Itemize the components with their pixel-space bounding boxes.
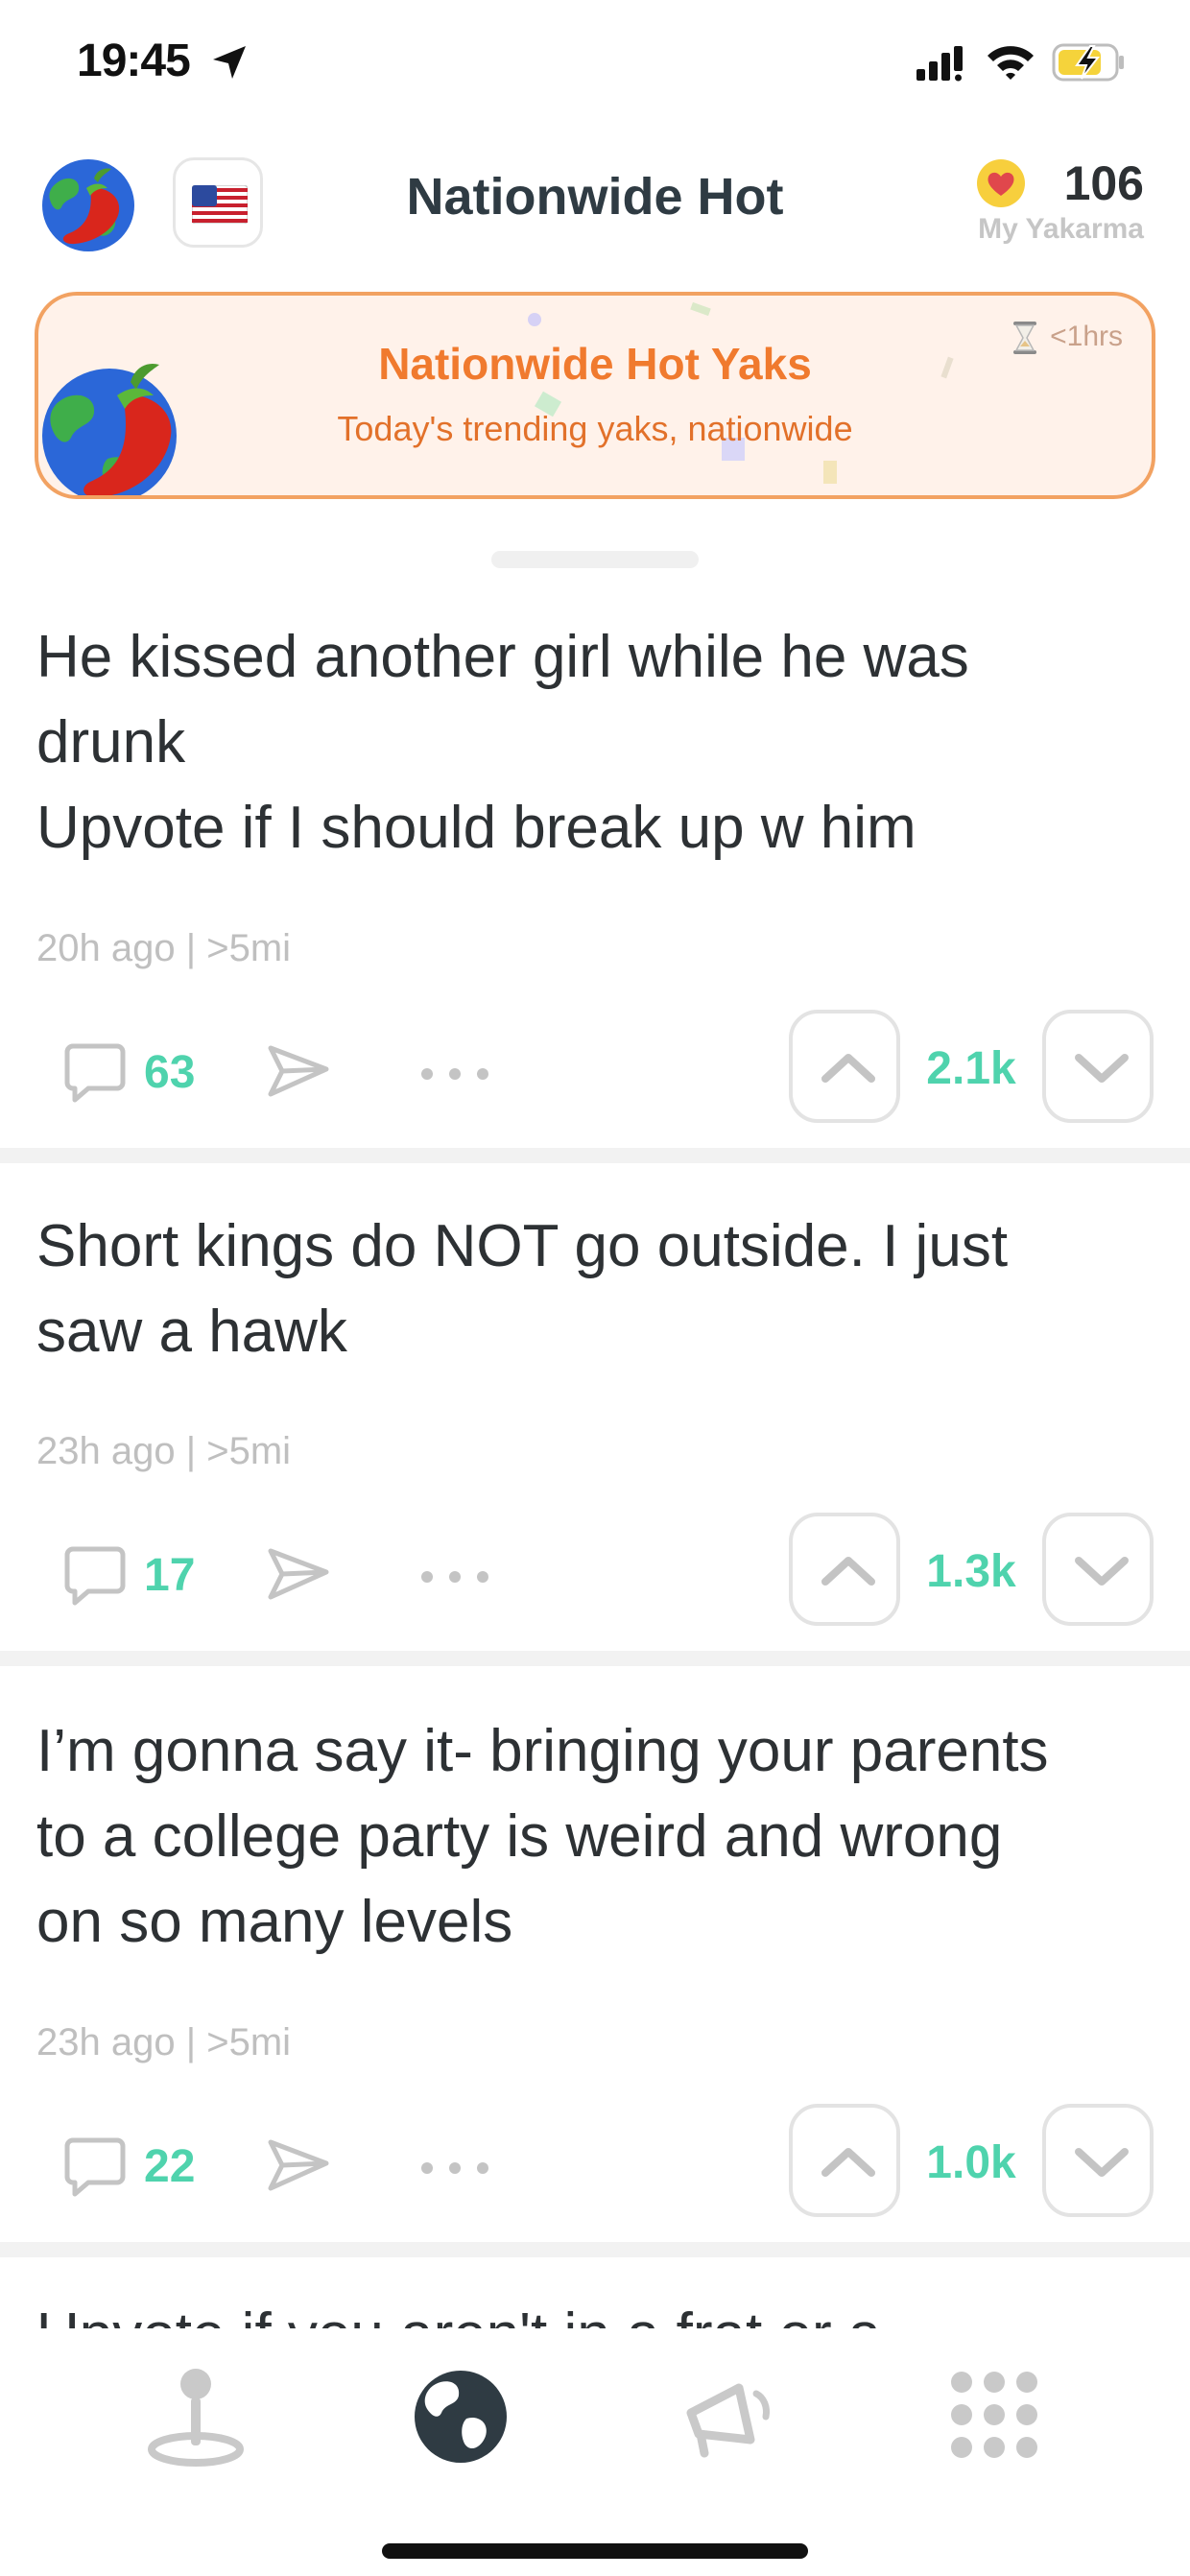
downvote-button[interactable] — [1042, 1513, 1154, 1626]
home-indicator[interactable] — [382, 2543, 808, 2559]
confetti-decoration — [690, 301, 711, 317]
yakarma-heart-icon — [977, 159, 1025, 207]
post-text-line: saw a hawk — [36, 1299, 347, 1365]
header: Nationwide Hot 106 My Yakarma — [0, 134, 1190, 278]
post-text-line: to a college party is weird and wrong — [36, 1803, 1003, 1870]
post-card[interactable]: He kissed another girl while he was drun… — [0, 614, 1190, 1148]
post-card[interactable]: I’m gonna say it- bringing your parents … — [0, 1708, 1190, 2242]
comment-icon[interactable] — [63, 1545, 127, 1609]
share-icon[interactable] — [267, 2136, 330, 2194]
nationwide-hot-banner[interactable]: Nationwide Hot Yaks Today's trending yak… — [35, 292, 1155, 499]
wifi-icon — [988, 46, 1034, 80]
location-arrow-icon — [213, 46, 246, 79]
post-text: He kissed another girl while he was drun… — [36, 614, 1150, 871]
status-time: 19:45 — [77, 36, 191, 86]
chevron-down-icon — [1075, 1054, 1129, 1083]
vote-count: 2.1k — [926, 1043, 1016, 1094]
post-text: Short kings do NOT go outside. I just sa… — [36, 1204, 1150, 1374]
comment-icon[interactable] — [63, 1042, 127, 1106]
bottom-tab-bar — [0, 2330, 1190, 2576]
comment-count: 63 — [144, 1047, 196, 1098]
post-text-line: Short kings do NOT go outside. I just — [36, 1213, 1009, 1279]
post-meta: 23h ago | >5mi — [36, 1430, 292, 1472]
upvote-button[interactable] — [789, 1513, 900, 1626]
upvote-button[interactable] — [789, 1010, 900, 1123]
grid-dots-icon[interactable] — [937, 2359, 1052, 2474]
more-options-icon[interactable] — [418, 1568, 491, 1586]
post-text-line: on so many levels — [36, 1889, 513, 1955]
downvote-button[interactable] — [1042, 1010, 1154, 1123]
comment-count: 22 — [144, 2141, 196, 2192]
comment-count: 17 — [144, 1550, 196, 1601]
banner-timer: <1hrs — [1012, 321, 1123, 355]
post-meta: 20h ago | >5mi — [36, 927, 292, 969]
vote-count: 1.0k — [926, 2137, 1016, 2188]
post-text-line: I’m gonna say it- bringing your parents — [36, 1718, 1049, 1784]
upvote-button[interactable] — [789, 2104, 900, 2217]
post-meta: 23h ago | >5mi — [36, 2021, 292, 2063]
more-options-icon[interactable] — [418, 1065, 491, 1083]
banner-title: Nationwide Hot Yaks — [378, 339, 812, 389]
post-text-line: drunk — [36, 709, 186, 775]
confetti-decoration — [823, 461, 837, 484]
yakarma-score-button[interactable]: 106 My Yakarma — [952, 155, 1144, 246]
post-text-line: He kissed another girl while he was — [36, 624, 969, 690]
post-card-partial[interactable]: Upvote if you aren't in a frat or a — [36, 2296, 1150, 2328]
banner-subtitle: Today's trending yaks, nationwide — [337, 409, 853, 448]
more-options-icon[interactable] — [418, 2159, 491, 2177]
post-text: I’m gonna say it- bringing your parents … — [36, 1708, 1150, 1965]
vote-count: 1.3k — [926, 1546, 1016, 1597]
post-actions: 63 2.1k — [0, 1010, 1190, 1125]
battery-charging-icon — [1052, 43, 1124, 82]
share-icon[interactable] — [267, 1042, 330, 1100]
status-bar: 19:45 — [0, 0, 1190, 134]
globe-icon[interactable] — [403, 2359, 518, 2474]
signal-icon — [916, 46, 963, 82]
post-divider — [0, 1148, 1190, 1163]
chevron-down-icon — [1075, 1557, 1129, 1586]
post-card[interactable]: Short kings do NOT go outside. I just sa… — [0, 1204, 1190, 1651]
comment-icon[interactable] — [63, 2136, 127, 2200]
confetti-decoration — [528, 313, 541, 326]
post-divider — [0, 1651, 1190, 1666]
yakarma-label: My Yakarma — [978, 213, 1144, 245]
post-text-line: Upvote if you aren't in a frat or a — [36, 2296, 1150, 2328]
post-text-line: Upvote if I should break up w him — [36, 795, 916, 861]
post-actions: 22 1.0k — [0, 2104, 1190, 2219]
chevron-up-icon — [821, 2148, 875, 2177]
post-divider — [0, 2242, 1190, 2257]
megaphone-icon[interactable] — [672, 2359, 787, 2474]
downvote-button[interactable] — [1042, 2104, 1154, 2217]
share-icon[interactable] — [267, 1545, 330, 1603]
location-pin-icon[interactable] — [138, 2359, 253, 2474]
post-actions: 17 1.3k — [0, 1513, 1190, 1628]
chevron-up-icon — [821, 1054, 875, 1083]
hourglass-icon — [1013, 322, 1037, 355]
chevron-up-icon — [821, 1557, 875, 1586]
drag-handle[interactable] — [491, 551, 699, 568]
banner-timer-text: <1hrs — [1050, 321, 1123, 352]
chevron-down-icon — [1075, 2148, 1129, 2177]
